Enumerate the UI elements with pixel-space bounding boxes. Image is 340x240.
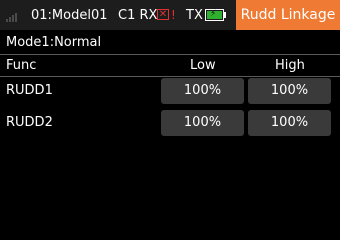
row-label-rudd1: RUDD1 bbox=[6, 83, 53, 98]
divider bbox=[0, 76, 340, 77]
rudd1-high-value[interactable]: 100% bbox=[248, 78, 331, 104]
header-high: High bbox=[275, 58, 305, 73]
divider bbox=[0, 54, 340, 55]
signal-strength-icon bbox=[6, 12, 17, 22]
model-name[interactable]: 01:Model01 bbox=[31, 8, 108, 23]
battery-tip bbox=[224, 12, 226, 18]
rudd2-low-value[interactable]: 100% bbox=[161, 110, 244, 136]
receiver-label: C1 RX bbox=[118, 8, 158, 23]
battery-charging-icon: ⚡ bbox=[205, 9, 224, 21]
rx-warning: ! bbox=[171, 8, 176, 22]
status-bar: 01:Model01 C1 RX ✕ ! TX ⚡ Rudd Linkage bbox=[0, 0, 340, 30]
row-label-rudd2: RUDD2 bbox=[6, 115, 53, 130]
header-func: Func bbox=[6, 58, 37, 73]
rx-disconnected-icon: ✕ bbox=[157, 9, 169, 20]
page-title: Rudd Linkage bbox=[236, 0, 340, 30]
flight-mode-label: Mode1:Normal bbox=[6, 35, 102, 50]
tx-label: TX bbox=[186, 8, 203, 23]
rudd2-high-value[interactable]: 100% bbox=[248, 110, 331, 136]
header-low: Low bbox=[190, 58, 216, 73]
rudd1-low-value[interactable]: 100% bbox=[161, 78, 244, 104]
